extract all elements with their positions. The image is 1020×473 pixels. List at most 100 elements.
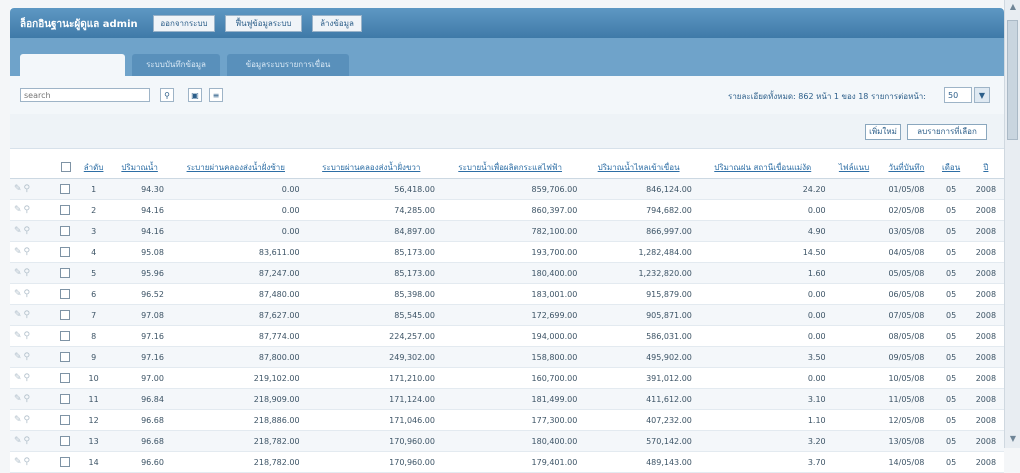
vertical-scrollbar[interactable]: ▲ ▼ bbox=[1004, 0, 1020, 448]
logout-button[interactable]: ออกจากระบบ bbox=[153, 15, 215, 32]
tab-dam-list[interactable]: ข้อมูลระบบรายการเขื่อน bbox=[227, 54, 349, 76]
row-checkbox[interactable] bbox=[60, 436, 70, 446]
header-col[interactable]: ปริมาณฝน สถานีเขื่อนแม่งัด bbox=[695, 156, 830, 179]
table-row[interactable]: ✎ ⚲ 9 97.16 87,800.00 249,302.00 158,800.00 495… bbox=[10, 346, 1004, 368]
header-col[interactable]: ปริมาณน้ำ bbox=[111, 156, 168, 179]
header-col[interactable]: ระบายน้ำเพื่อผลิตกระแสไฟฟ้า bbox=[438, 156, 582, 179]
view-icon[interactable]: ⚲ bbox=[24, 226, 31, 236]
edit-icon[interactable]: ✎ bbox=[14, 415, 22, 425]
row-checkbox[interactable] bbox=[60, 457, 70, 467]
table-row[interactable]: ✎ ⚲ 5 95.96 87,247.00 85,173.00 180,400.00 1,23… bbox=[10, 262, 1004, 284]
row-select[interactable] bbox=[56, 262, 76, 284]
edit-icon[interactable]: ✎ bbox=[14, 457, 22, 467]
edit-icon[interactable]: ✎ bbox=[14, 394, 22, 404]
edit-icon[interactable]: ✎ bbox=[14, 310, 22, 320]
tab-check-page[interactable]: ระบบตรวจสอบหน้า bbox=[20, 54, 125, 76]
row-select[interactable] bbox=[56, 409, 76, 431]
view-icon[interactable]: ⚲ bbox=[24, 415, 31, 425]
row-checkbox[interactable] bbox=[60, 352, 70, 362]
row-select[interactable] bbox=[56, 178, 76, 200]
clear-data-button[interactable]: ล้างข้อมูล bbox=[312, 15, 362, 32]
view-icon[interactable]: ⚲ bbox=[24, 205, 31, 215]
edit-icon[interactable]: ✎ bbox=[14, 289, 22, 299]
view-icon[interactable]: ⚲ bbox=[24, 247, 31, 257]
filter-toggle-icon[interactable]: ▣ bbox=[188, 88, 202, 102]
row-select[interactable] bbox=[56, 325, 76, 347]
table-row[interactable]: ✎ ⚲ 10 97.00 219,102.00 171,210.00 160,700.00 3… bbox=[10, 367, 1004, 389]
view-icon[interactable]: ⚲ bbox=[24, 394, 31, 404]
table-row[interactable]: ✎ ⚲ 7 97.08 87,627.00 85,545.00 172,699.00 905,… bbox=[10, 304, 1004, 326]
view-icon[interactable]: ⚲ bbox=[24, 352, 31, 362]
row-select[interactable] bbox=[56, 283, 76, 305]
header-col[interactable]: ปี bbox=[967, 156, 1004, 179]
view-icon[interactable]: ⚲ bbox=[24, 184, 31, 194]
row-checkbox[interactable] bbox=[60, 310, 70, 320]
magnifier-icon[interactable]: ⚲ bbox=[160, 88, 174, 102]
header-col[interactable]: ระบายผ่านคลองส่งน้ำฝั่งขวา bbox=[303, 156, 439, 179]
view-icon[interactable]: ⚲ bbox=[24, 310, 31, 320]
row-checkbox[interactable] bbox=[60, 289, 70, 299]
table-row[interactable]: ✎ ⚲ 12 96.68 218,886.00 171,046.00 177,300.00 4… bbox=[10, 409, 1004, 431]
add-button[interactable]: เพิ่มใหม่ bbox=[865, 124, 901, 140]
edit-icon[interactable]: ✎ bbox=[14, 331, 22, 341]
table-row[interactable]: ✎ ⚲ 8 97.16 87,774.00 224,257.00 194,000.00 586… bbox=[10, 325, 1004, 347]
tab-record-data[interactable]: ระบบบันทึกข้อมูล bbox=[132, 54, 220, 76]
view-icon[interactable]: ⚲ bbox=[24, 436, 31, 446]
header-col[interactable]: เดือน bbox=[934, 156, 968, 179]
row-select[interactable] bbox=[56, 388, 76, 410]
row-checkbox[interactable] bbox=[60, 331, 70, 341]
delete-selected-button[interactable]: ลบรายการที่เลือก bbox=[907, 124, 987, 140]
row-select[interactable] bbox=[56, 220, 76, 242]
columns-icon[interactable]: ≡ bbox=[209, 88, 223, 102]
restore-data-button[interactable]: ฟื้นฟูข้อมูลระบบ bbox=[225, 15, 302, 32]
view-icon[interactable]: ⚲ bbox=[24, 457, 31, 467]
row-checkbox[interactable] bbox=[60, 394, 70, 404]
view-icon[interactable]: ⚲ bbox=[24, 331, 31, 341]
row-checkbox[interactable] bbox=[60, 268, 70, 278]
table-row[interactable]: ✎ ⚲ 4 95.08 83,611.00 85,173.00 193,700.00 1,28… bbox=[10, 241, 1004, 263]
table-row[interactable]: ✎ ⚲ 6 96.52 87,480.00 85,398.00 183,001.00 915,… bbox=[10, 283, 1004, 305]
select-all-checkbox[interactable] bbox=[61, 162, 71, 172]
view-icon[interactable]: ⚲ bbox=[24, 268, 31, 278]
header-select-all[interactable] bbox=[56, 156, 76, 179]
edit-icon[interactable]: ✎ bbox=[14, 373, 22, 383]
header-col[interactable]: วันที่บันทึก bbox=[878, 156, 935, 179]
header-col[interactable]: ลำดับ bbox=[76, 156, 112, 179]
per-page-select[interactable]: 50 bbox=[944, 87, 972, 103]
row-select[interactable] bbox=[56, 241, 76, 263]
scrollbar-thumb[interactable] bbox=[1007, 20, 1018, 140]
scroll-up-icon[interactable]: ▲ bbox=[1008, 2, 1018, 11]
table-row[interactable]: ✎ ⚲ 13 96.68 218,782.00 170,960.00 180,400.00 5… bbox=[10, 430, 1004, 452]
view-icon[interactable]: ⚲ bbox=[24, 289, 31, 299]
view-icon[interactable]: ⚲ bbox=[24, 373, 31, 383]
edit-icon[interactable]: ✎ bbox=[14, 352, 22, 362]
row-select[interactable] bbox=[56, 367, 76, 389]
table-row[interactable]: ✎ ⚲ 14 96.60 218,782.00 170,960.00 179,401.00 4… bbox=[10, 451, 1004, 473]
row-select[interactable] bbox=[56, 430, 76, 452]
row-checkbox[interactable] bbox=[60, 184, 70, 194]
edit-icon[interactable]: ✎ bbox=[14, 436, 22, 446]
search-input[interactable] bbox=[20, 88, 150, 102]
row-checkbox[interactable] bbox=[60, 415, 70, 425]
edit-icon[interactable]: ✎ bbox=[14, 268, 22, 278]
edit-icon[interactable]: ✎ bbox=[14, 226, 22, 236]
row-checkbox[interactable] bbox=[60, 247, 70, 257]
row-select[interactable] bbox=[56, 199, 76, 221]
table-row[interactable]: ✎ ⚲ 1 94.30 0.00 56,418.00 859,706.00 846,124.0… bbox=[10, 178, 1004, 200]
row-select[interactable] bbox=[56, 304, 76, 326]
row-select[interactable] bbox=[56, 346, 76, 368]
chevron-down-icon[interactable]: ▼ bbox=[974, 87, 990, 103]
table-row[interactable]: ✎ ⚲ 2 94.16 0.00 74,285.00 860,397.00 794,682.0… bbox=[10, 199, 1004, 221]
row-checkbox[interactable] bbox=[60, 226, 70, 236]
header-col[interactable]: ระบายผ่านคลองส่งน้ำฝั่งซ้าย bbox=[167, 156, 304, 179]
row-checkbox[interactable] bbox=[60, 373, 70, 383]
header-col[interactable]: ปริมาณน้ำไหลเข้าเขื่อน bbox=[581, 156, 696, 179]
edit-icon[interactable]: ✎ bbox=[14, 247, 22, 257]
edit-icon[interactable]: ✎ bbox=[14, 184, 22, 194]
table-row[interactable]: ✎ ⚲ 3 94.16 0.00 84,897.00 782,100.00 866,997.0… bbox=[10, 220, 1004, 242]
edit-icon[interactable]: ✎ bbox=[14, 205, 22, 215]
scroll-down-icon[interactable]: ▼ bbox=[1008, 434, 1018, 443]
table-row[interactable]: ✎ ⚲ 11 96.84 218,909.00 171,124.00 181,499.00 4… bbox=[10, 388, 1004, 410]
row-checkbox[interactable] bbox=[60, 205, 70, 215]
header-col[interactable]: ไฟล์แนบ bbox=[829, 156, 879, 179]
